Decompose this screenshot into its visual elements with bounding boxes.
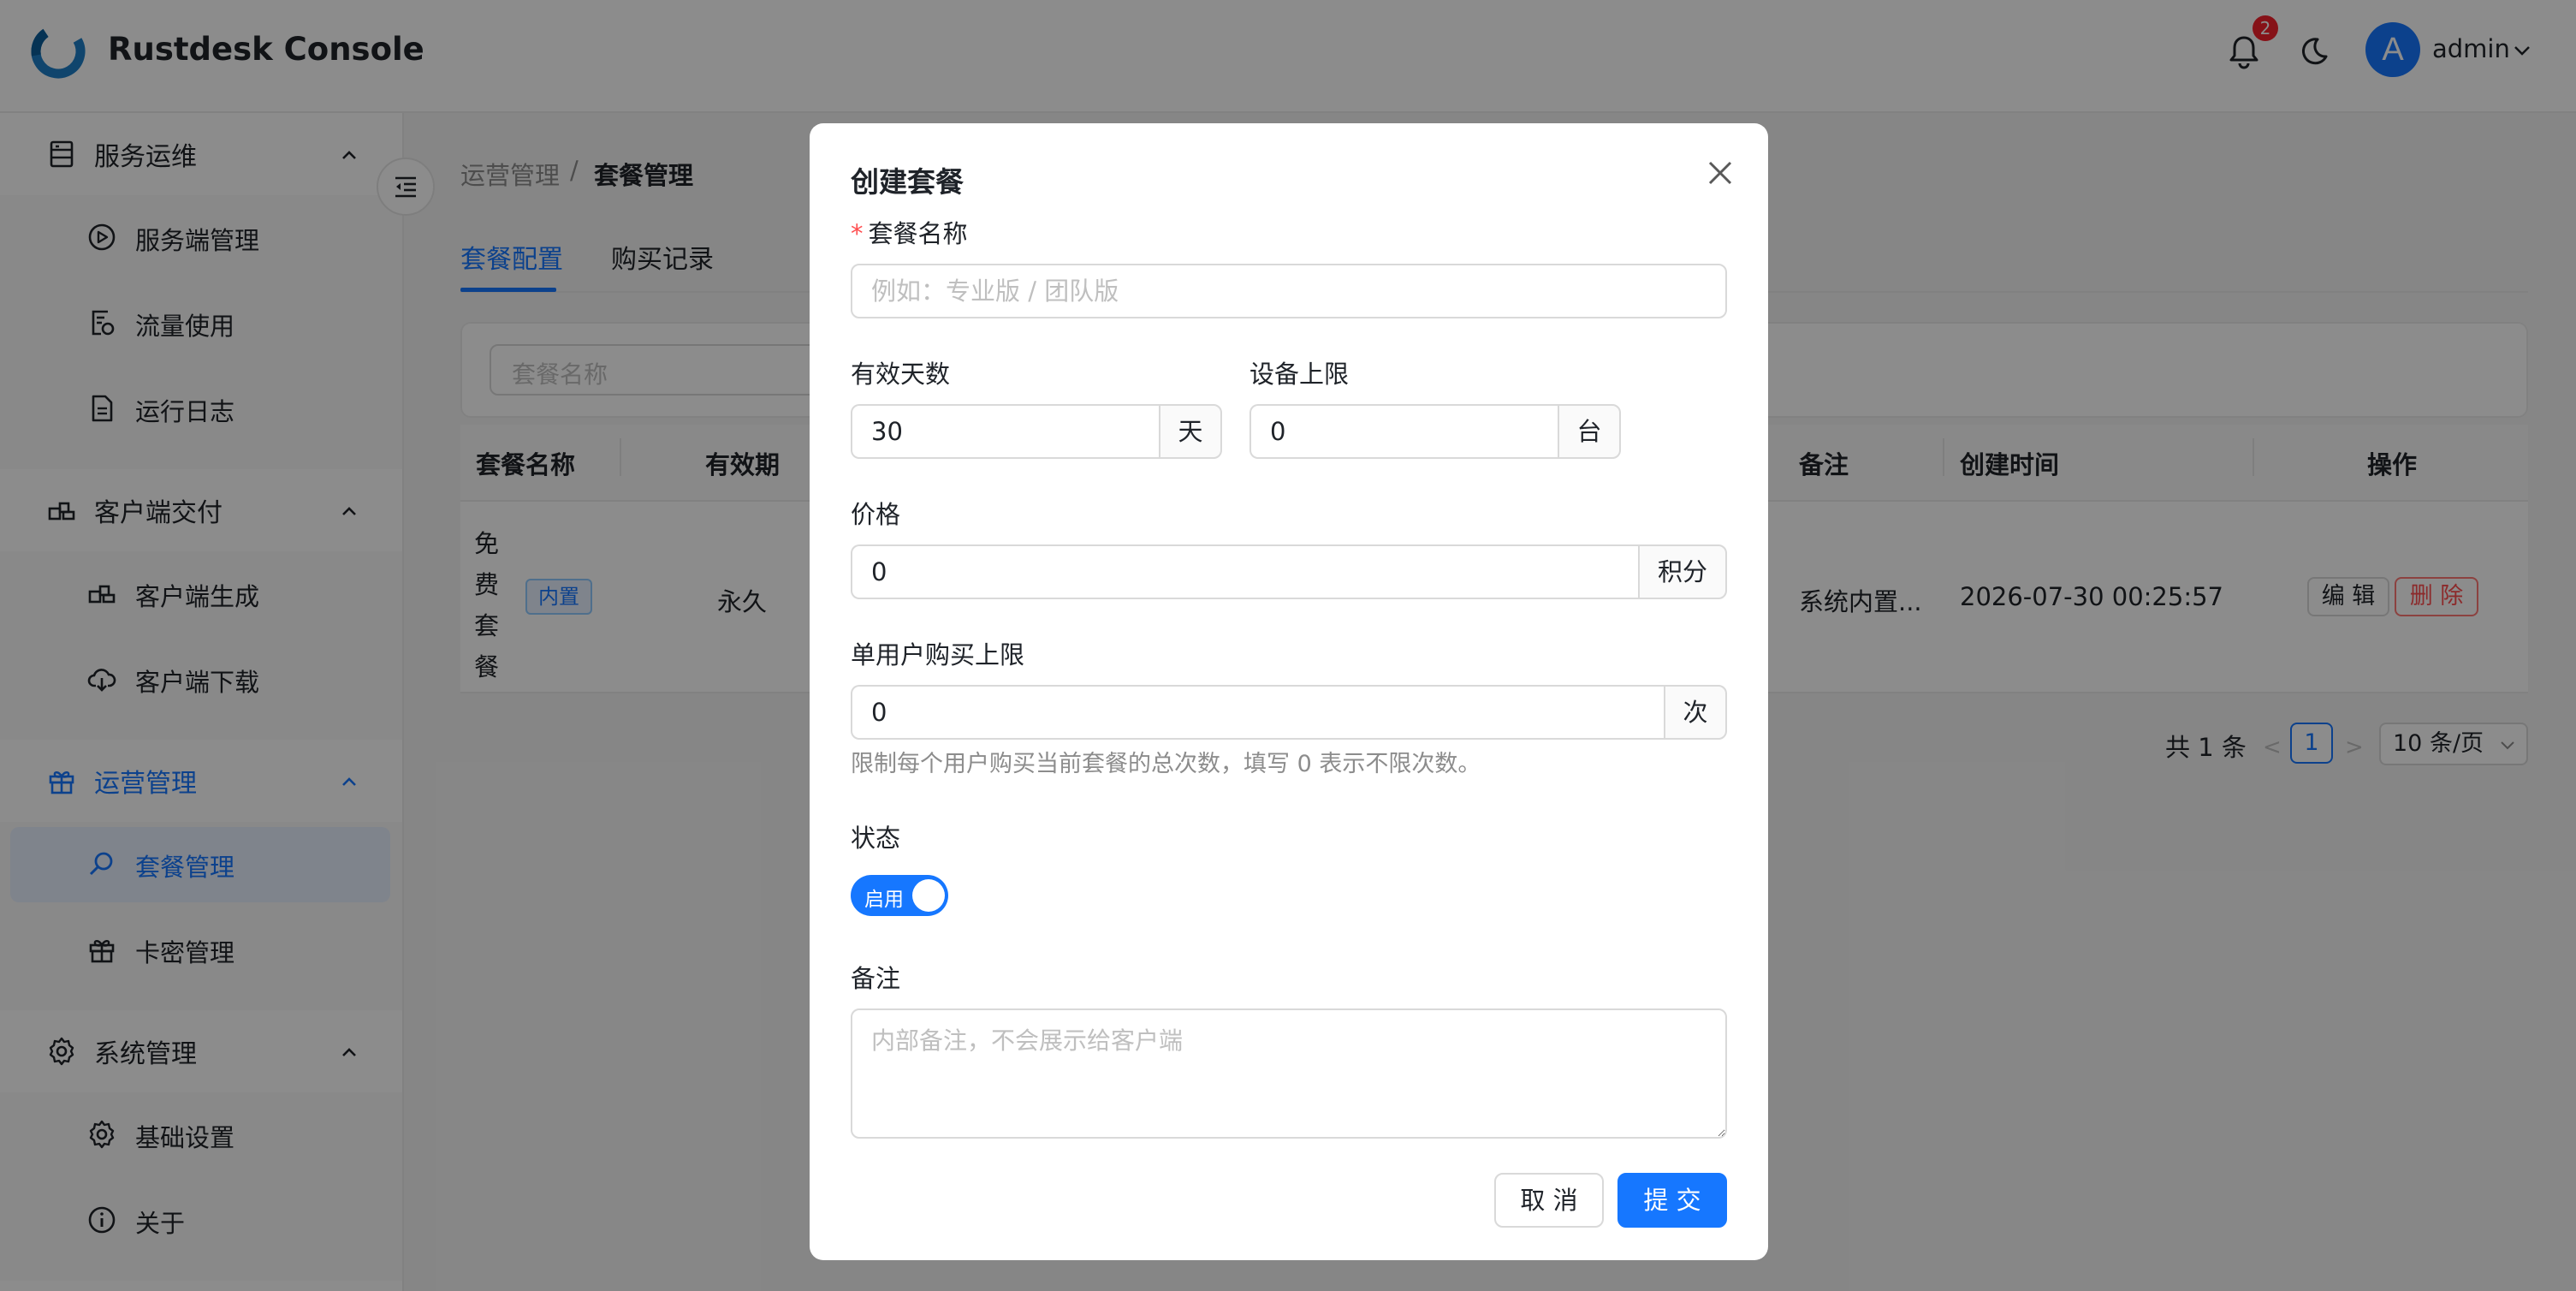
remark-textarea[interactable]	[851, 1008, 1727, 1139]
purchase-limit-suffix: 次	[1664, 685, 1727, 740]
submit-button[interactable]: 提 交	[1617, 1173, 1727, 1228]
close-icon[interactable]	[1705, 158, 1736, 188]
modal-title: 创建套餐	[851, 165, 964, 199]
plan-name-input[interactable]	[851, 264, 1727, 318]
remark-label: 备注	[851, 964, 901, 993]
price-suffix: 积分	[1638, 544, 1727, 599]
valid-days-input[interactable]: 30	[851, 404, 1160, 459]
purchase-limit-input[interactable]: 0	[851, 685, 1665, 740]
valid-days-label: 有效天数	[851, 360, 951, 389]
create-plan-modal: 创建套餐 *套餐名称 有效天数 30 天 设备上限 0 台 价格 0 积分 单用…	[810, 123, 1768, 1260]
plan-name-label-text: 套餐名称	[868, 219, 968, 248]
purchase-limit-help: 限制每个用户购买当前套餐的总次数，填写 0 表示不限次数。	[851, 751, 1481, 777]
device-limit-label: 设备上限	[1249, 360, 1350, 389]
status-toggle-text: 启用	[864, 889, 904, 911]
status-toggle[interactable]: 启用	[851, 875, 948, 916]
status-toggle-knob	[912, 879, 945, 912]
status-label: 状态	[851, 824, 901, 853]
cancel-button[interactable]: 取 消	[1494, 1173, 1604, 1228]
valid-days-suffix: 天	[1159, 404, 1222, 459]
purchase-limit-label: 单用户购买上限	[851, 640, 1025, 669]
device-limit-input[interactable]: 0	[1249, 404, 1559, 459]
price-input[interactable]: 0	[851, 544, 1640, 599]
price-label: 价格	[851, 500, 901, 529]
required-mark: *	[851, 219, 864, 248]
device-limit-suffix: 台	[1558, 404, 1621, 459]
plan-name-label: * 套餐名称	[851, 214, 968, 250]
